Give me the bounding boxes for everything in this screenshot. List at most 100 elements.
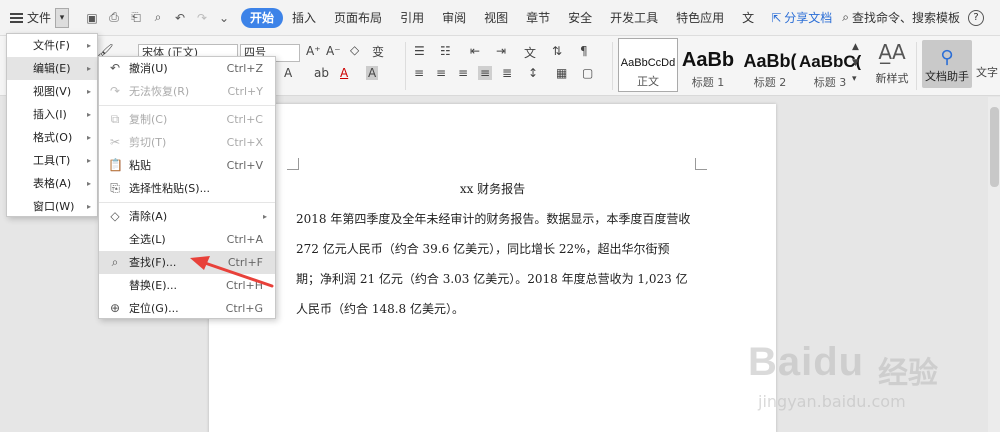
chevron-right-icon: ▸ — [86, 41, 91, 50]
menu-item-0[interactable]: 文件(F) ▸ — [7, 34, 97, 57]
edit-menu-item-5[interactable]: ⎘ 选择性粘贴(S)... — [99, 177, 275, 200]
watermark-brand: Baidu — [748, 340, 865, 384]
shortcut-label: Ctrl+V — [226, 159, 263, 172]
share-label: 分享文档 — [784, 11, 833, 25]
justify-icon[interactable]: ≡ — [478, 66, 493, 80]
tab-2[interactable]: 页面布局 — [325, 8, 391, 28]
font-color-icon[interactable]: A — [340, 66, 348, 80]
scrollbar-thumb[interactable] — [990, 107, 999, 187]
tab-6[interactable]: 章节 — [517, 8, 559, 28]
menu-item-4[interactable]: 格式(O) ▸ — [7, 126, 97, 149]
edit-menu-label: 无法恢复(R) — [129, 85, 190, 98]
chinese-layout-icon[interactable]: 文 — [524, 44, 536, 61]
menu-item-7[interactable]: 窗口(W) ▸ — [7, 195, 97, 218]
redo-icon[interactable]: ↷ — [195, 11, 209, 25]
new-style-button[interactable]: A̲A 新样式 — [870, 40, 914, 86]
menu-item-6[interactable]: 表格(A) ▸ — [7, 172, 97, 195]
menu-icon — [10, 12, 23, 23]
save-icon[interactable]: ▣ — [85, 11, 99, 25]
style-name: 标题 1 — [691, 76, 725, 89]
edit-menu-item-6[interactable]: ◇ 清除(A) ▸ — [99, 205, 275, 228]
shortcut-label: Ctrl+X — [226, 136, 263, 149]
search-icon: ⌕ — [842, 10, 849, 24]
align-left-icon[interactable]: ≡ — [414, 66, 424, 80]
gallery-down-icon[interactable]: ▼ — [852, 58, 859, 68]
customize-icon[interactable]: ⌄ — [217, 11, 231, 25]
tab-8[interactable]: 开发工具 — [601, 8, 667, 28]
edit-menu-label: 撤消(U) — [129, 62, 168, 75]
edit-menu-item-10[interactable]: ⊕ 定位(G)... Ctrl+G — [99, 297, 275, 320]
line-spacing-icon[interactable]: ↕ — [528, 66, 538, 80]
tab-4[interactable]: 审阅 — [433, 8, 475, 28]
edit-menu-label: 粘贴 — [129, 159, 151, 172]
style-2[interactable]: AaBb(标题 2 — [740, 38, 800, 92]
show-marks-icon[interactable]: ¶ — [580, 44, 588, 58]
text-tool-button[interactable]: 文字 — [976, 64, 998, 80]
preview-icon[interactable]: ⌕ — [151, 10, 165, 25]
undo-icon[interactable]: ↶ — [173, 11, 187, 25]
document-body[interactable]: 2018 年第四季度及全年未经审计的财务报告。数据显示，本季度百度营收 272 … — [296, 204, 692, 324]
text-effect-icon[interactable]: A — [284, 66, 292, 80]
tab-9[interactable]: 特色应用 — [667, 8, 733, 28]
print-preview-icon[interactable]: ⎙ — [107, 10, 121, 25]
tab-1[interactable]: 插入 — [283, 8, 325, 28]
border-icon[interactable]: ▢ — [582, 66, 593, 80]
menu-separator — [99, 202, 275, 203]
chevron-down-icon[interactable]: ▾ — [55, 7, 70, 28]
numbered-list-icon[interactable]: ☷ — [440, 44, 451, 58]
bullet-list-icon[interactable]: ☰ — [414, 44, 425, 58]
edit-menu-label: 全选(L) — [129, 233, 166, 246]
shortcut-label: Ctrl+C — [226, 113, 263, 126]
shortcut-label: Ctrl+Y — [227, 85, 263, 98]
gallery-more-icon[interactable]: ▾ — [852, 74, 857, 84]
highlight-icon[interactable]: ab — [314, 66, 329, 80]
sort-icon[interactable]: ⇅ — [552, 44, 562, 58]
cut-icon: ✂ — [109, 135, 121, 149]
style-sample: AaBb — [681, 50, 735, 70]
doc-assistant-button[interactable]: ⚲ 文档助手 — [922, 40, 972, 88]
edit-menu-label: 复制(C) — [129, 113, 168, 126]
indent-icon[interactable]: ⇤ — [470, 44, 480, 58]
style-1[interactable]: AaBb 标题 1 — [678, 38, 738, 92]
separator — [612, 42, 613, 90]
edit-menu-item-7[interactable]: 全选(L) Ctrl+A — [99, 228, 275, 251]
menu-item-1[interactable]: 编辑(E) ▸ — [7, 57, 97, 80]
style-0[interactable]: AaBbCcDd 正文 — [618, 38, 678, 92]
document-page[interactable]: xx 财务报告 2018 年第四季度及全年未经审计的财务报告。数据显示，本季度百… — [209, 104, 776, 432]
file-menu-button[interactable]: 文件 ▾ — [0, 6, 73, 30]
char-shading-icon[interactable]: A — [366, 66, 379, 80]
edit-menu-item-4[interactable]: 📋 粘贴 Ctrl+V — [99, 154, 275, 177]
align-right-icon[interactable]: ≡ — [458, 66, 468, 80]
vertical-scrollbar[interactable] — [988, 97, 1000, 432]
shrink-font-icon[interactable]: A⁻ — [326, 44, 341, 58]
tab-10[interactable]: 文 — [733, 8, 763, 28]
edit-menu-label: 清除(A) — [129, 210, 168, 223]
shading-icon[interactable]: ▦ — [556, 66, 567, 80]
gallery-up-icon[interactable]: ▲ — [852, 42, 859, 52]
phonetic-icon[interactable]: 变 — [372, 43, 384, 60]
outdent-icon[interactable]: ⇥ — [496, 44, 506, 58]
tab-5[interactable]: 视图 — [475, 8, 517, 28]
command-search[interactable]: ⌕ 查找命令、搜索模板 — [842, 9, 960, 26]
goto-icon: ⊕ — [109, 301, 121, 315]
help-icon[interactable]: ? — [968, 9, 985, 26]
clear-format-icon[interactable]: ◇ — [350, 43, 359, 57]
tab-3[interactable]: 引用 — [391, 8, 433, 28]
align-center-icon[interactable]: ≡ — [436, 66, 446, 80]
edit-menu-item-0[interactable]: ↶ 撤消(U) Ctrl+Z — [99, 57, 275, 80]
new-style-label: 新样式 — [875, 72, 909, 85]
menu-item-3[interactable]: 插入(I) ▸ — [7, 103, 97, 126]
style-3[interactable]: AaBbC(标题 3 — [799, 38, 861, 92]
menu-item-2[interactable]: 视图(V) ▸ — [7, 80, 97, 103]
tab-0[interactable]: 开始 — [241, 7, 284, 28]
file-label: 文件 — [27, 11, 52, 25]
print-icon[interactable]: ⎗ — [129, 10, 143, 25]
menu-item-5[interactable]: 工具(T) ▸ — [7, 149, 97, 172]
chevron-right-icon: ▸ — [86, 202, 91, 211]
distribute-icon[interactable]: ≣ — [502, 66, 512, 80]
edit-menu-item-2: ⧉ 复制(C) Ctrl+C — [99, 108, 275, 131]
grow-font-icon[interactable]: A⁺ — [306, 44, 321, 58]
share-button[interactable]: ⇱ 分享文档 — [771, 9, 832, 26]
tab-7[interactable]: 安全 — [559, 8, 601, 28]
file-dropdown-menu: 文件(F) ▸ 编辑(E) ▸ 视图(V) ▸ 插入(I) ▸ 格式(O) ▸ 工具(T) ▸ 表格(A… — [6, 33, 98, 217]
